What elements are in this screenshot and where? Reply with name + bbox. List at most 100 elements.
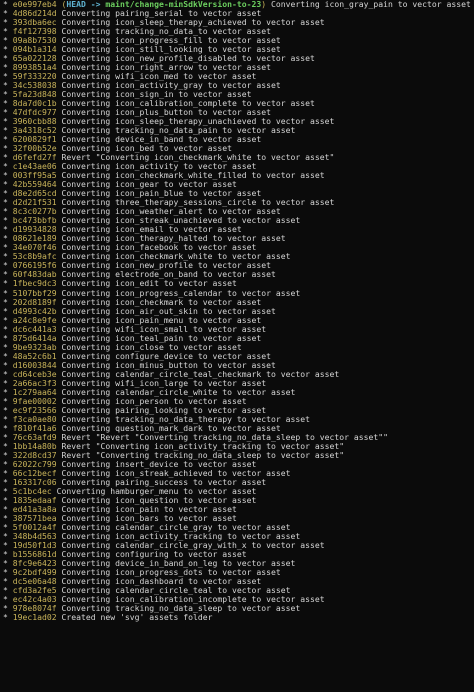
commit-graph-marker: *	[3, 577, 8, 586]
commit-hash: ed41a3a8a	[12, 504, 57, 514]
commit-graph-marker: *	[3, 360, 8, 370]
commit-line: * 19d50f1d3 Converting calendar_circle_g…	[3, 541, 472, 550]
commit-message: Converting pairing_looking to vector ass…	[61, 405, 267, 415]
commit-message: Converting icon_still_looking to vector …	[61, 45, 281, 55]
commit-hash: 66c12becf	[12, 468, 57, 478]
commit-line: * 4d86d214d Converting pairing_serial to…	[3, 9, 472, 18]
commit-message: Created new 'svg' assets folder	[61, 613, 213, 623]
commit-message: Converting configuring to vector asset	[61, 549, 247, 559]
commit-graph-marker: *	[3, 243, 8, 253]
commit-graph-marker: *	[3, 540, 8, 550]
commit-line: * d6fefd27f Revert "Converting icon_chec…	[3, 153, 472, 162]
commit-line: * 19ec1ad02 Created new 'svg' assets fol…	[3, 613, 472, 622]
commit-hash: 42b559464	[12, 180, 57, 190]
commit-hash: 0766195f6	[12, 261, 57, 271]
commit-graph-marker: *	[3, 513, 8, 523]
commit-hash: 1835edaaf	[12, 495, 57, 505]
commit-hash: 6200829f1	[12, 135, 57, 145]
commit-graph-marker: *	[3, 396, 8, 406]
commit-message: Converting icon_minus_button to vector a…	[61, 360, 276, 370]
commit-line: * 48a52c6b1 Converting configure_device …	[3, 352, 472, 361]
commit-hash: 2a66ac3f3	[12, 378, 57, 388]
commit-line: * 3a4318c52 Converting tracking_no_data_…	[3, 126, 472, 135]
commit-graph-marker: *	[3, 586, 8, 596]
commit-graph-marker: *	[3, 90, 8, 100]
commit-line: * 1fbec9dc3 Converting icon_edit to vect…	[3, 279, 472, 288]
commit-hash: a24c8e9fe	[12, 315, 57, 325]
commit-line: * 3960cbb88 Converting icon_sleep_therap…	[3, 117, 472, 126]
commit-line: * ec9f23566 Converting pairing_looking t…	[3, 406, 472, 415]
commit-graph-marker: *	[3, 613, 8, 623]
commit-message: Converting icon_email to vector asset	[61, 225, 242, 235]
commit-hash: 59f333220	[12, 72, 57, 82]
commit-line: * 322d8cd37 Revert "Converting tracking_…	[3, 451, 472, 460]
commit-line: * f810f41a6 Converting question_mark_dar…	[3, 424, 472, 433]
commit-graph-marker: *	[3, 333, 8, 343]
commit-graph-marker: *	[3, 117, 8, 127]
commit-message: Converting icon_close to vector asset	[61, 342, 242, 352]
commit-graph-marker: *	[3, 81, 8, 91]
commit-graph-marker: *	[3, 27, 8, 37]
commit-hash: 1c279aa64	[12, 387, 57, 397]
commit-graph-marker: *	[3, 54, 8, 64]
commit-message: Converting icon_progress_calendar to vec…	[61, 288, 301, 298]
commit-hash: 387571bea	[12, 513, 57, 523]
commit-message: Converting icon_question to vector asset	[61, 495, 257, 505]
commit-hash: 47dfdc977	[12, 108, 57, 118]
commit-line: * 978e8074f Converting tracking_no_data_…	[3, 604, 472, 613]
commit-graph-marker: *	[3, 252, 8, 262]
commit-graph-marker: *	[3, 63, 8, 73]
commit-graph-marker: *	[3, 288, 8, 298]
commit-graph-marker: *	[3, 468, 8, 478]
commit-message: Converting icon_air_out_skin to vector a…	[61, 306, 276, 316]
commit-message: Converting question_mark_dark to vector …	[61, 423, 281, 433]
commit-hash: 5fa23d848	[12, 90, 57, 100]
commit-message: Converting icon_sign_in to vector asset	[61, 90, 252, 100]
commit-graph-marker: *	[3, 495, 8, 505]
commit-graph-marker: *	[3, 450, 8, 460]
commit-hash: 62022c799	[12, 459, 57, 469]
commit-line: * 09a8b7530 Converting icon_progress_fil…	[3, 36, 472, 45]
commit-graph-marker: *	[3, 0, 8, 9]
commit-message: Converting icon_calibration_complete to …	[61, 99, 315, 109]
commit-message: Converting calendar_circle_gray_with_x t…	[61, 540, 325, 550]
commit-graph-marker: *	[3, 441, 8, 451]
commit-hash: 003ff95a5	[12, 171, 57, 181]
commit-line: * 34e070f46 Converting icon_facebook to …	[3, 243, 472, 252]
commit-line: * 60f483dab Converting electrode_on_band…	[3, 270, 472, 279]
commit-graph-marker: *	[3, 135, 8, 145]
commit-line: * 094b1a314 Converting icon_still_lookin…	[3, 45, 472, 54]
commit-message: Converting icon_dashboard to vector asse…	[61, 577, 262, 586]
commit-message: Converting three_therapy_sessions_circle…	[61, 198, 335, 208]
commit-hash: d16003844	[12, 360, 57, 370]
commit-graph-marker: *	[3, 567, 8, 577]
commit-hash: 9fae00002	[12, 396, 57, 406]
commit-message: Converting icon_gray_pain to vector asse…	[271, 0, 471, 9]
commit-message: Converting icon_facebook to vector asset	[61, 243, 257, 253]
commit-hash: 76c63afd9	[12, 432, 57, 442]
commit-message: Converting tracking_no_data_to vector as…	[61, 27, 272, 37]
commit-hash: d19934828	[12, 225, 57, 235]
commit-hash: 5f0012a4f	[12, 522, 57, 532]
commit-message: Converting icon_streak_achieved to vecto…	[61, 468, 291, 478]
commit-message: Converting icon_sleep_therapy_unachieved…	[61, 117, 335, 127]
commit-hash: 8da7d0c1b	[12, 99, 57, 109]
commit-message: Converting icon_new_profile to vector as…	[61, 261, 272, 271]
commit-line: * 5f0012a4f Converting calendar_circle_g…	[3, 523, 472, 532]
commit-line: * 387571bea Converting icon_bars to vect…	[3, 514, 472, 523]
commit-graph-marker: *	[3, 72, 8, 82]
commit-graph-marker: *	[3, 9, 8, 19]
commit-hash: 4d86d214d	[12, 9, 57, 19]
commit-hash: ec9f23566	[12, 405, 57, 415]
commit-graph-marker: *	[3, 504, 8, 514]
commit-graph-marker: *	[3, 595, 8, 605]
commit-line: * 8fc9e6423 Converting device_in_band_on…	[3, 559, 472, 568]
commit-message: Converting icon_bars to vector asset	[61, 513, 237, 523]
commit-line: * 8da7d0c1b Converting icon_calibration_…	[3, 99, 472, 108]
commit-hash: 09a8b7530	[12, 36, 57, 46]
commit-graph-marker: *	[3, 153, 8, 163]
commit-graph-marker: *	[3, 225, 8, 235]
commit-line: * 32f00b52e Converting icon_bed to vecto…	[3, 144, 472, 153]
commit-hash: 322d8cd37	[12, 450, 57, 460]
commit-graph-marker: *	[3, 306, 8, 316]
